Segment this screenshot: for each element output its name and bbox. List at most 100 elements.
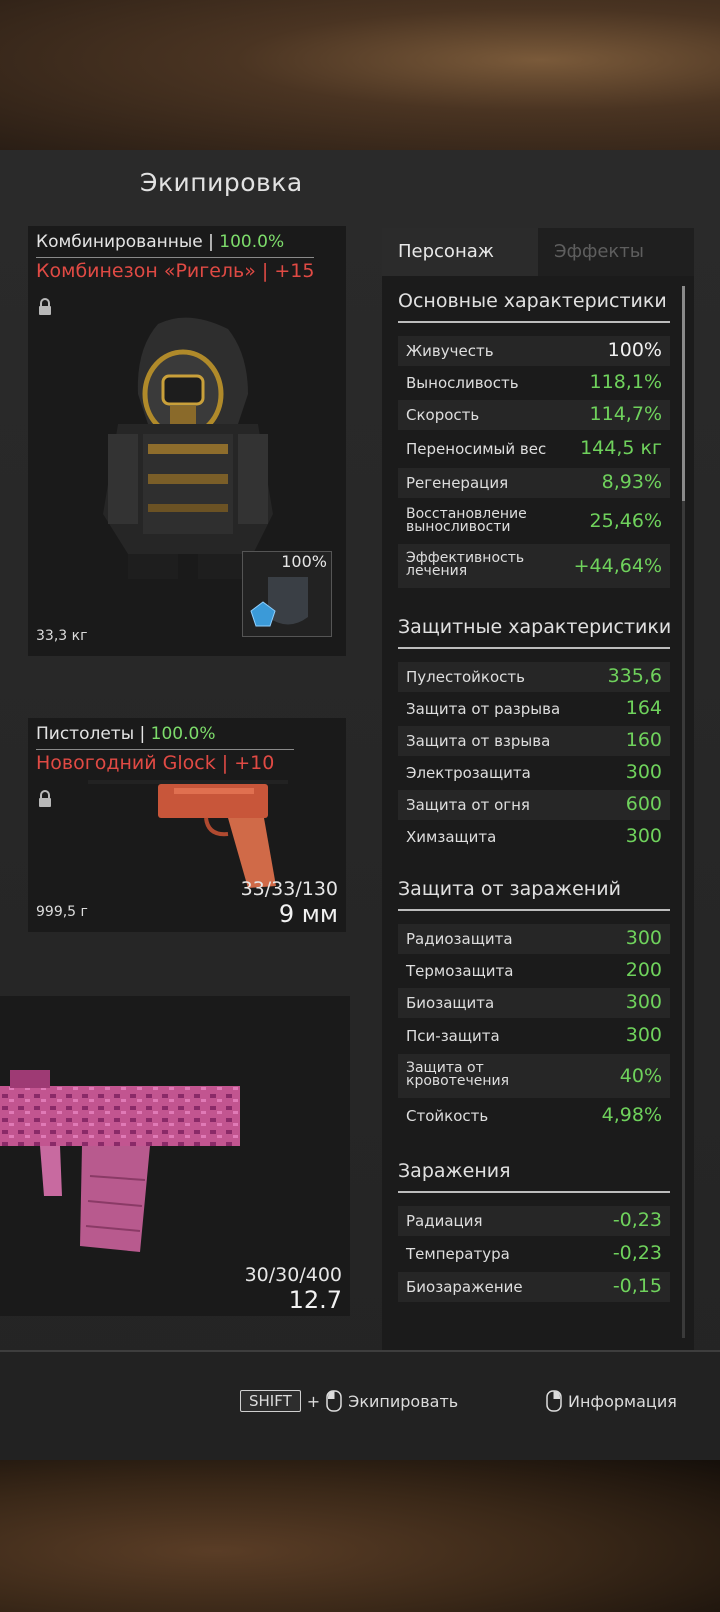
pistol-durability: 100.0% [150, 724, 216, 744]
mouse-right-click-icon [546, 1390, 562, 1412]
pistol-name: Новогодний Glock | +10 [36, 752, 275, 774]
pistol-ammo: 33/33/130 [240, 878, 338, 900]
armor-category-label: Комбинированные | [36, 232, 214, 252]
footer-hints: SHIFT + Экипировать Информация [0, 1350, 720, 1462]
stat-value: 300 [625, 1024, 662, 1046]
stat-row: Живучесть 100% [398, 336, 670, 366]
stat-label: Защита от взрыва [406, 732, 551, 750]
armor-slot[interactable]: Комбинированные | 100.0% Комбинезон «Риг… [28, 226, 346, 656]
equip-hint[interactable]: SHIFT + Экипировать [240, 1390, 458, 1412]
stat-value: 118,1% [589, 371, 662, 393]
stats-scroll-thumb[interactable] [682, 286, 685, 501]
stat-value: 160 [625, 729, 662, 751]
stat-row: Пси-защита 300 [398, 1020, 670, 1052]
stat-label: Радиация [406, 1212, 483, 1230]
background-bottom [0, 1460, 720, 1612]
tab-character[interactable]: Персонаж [382, 228, 538, 276]
section-main-title: Основные характеристики [398, 290, 667, 312]
stat-label: Термозащита [406, 962, 514, 980]
stat-row: Защита от огня 600 [398, 790, 670, 820]
stat-value: 114,7% [589, 403, 662, 425]
stat-label: Пулестойкость [406, 668, 525, 686]
stat-value: -0,23 [612, 1242, 662, 1264]
stat-value: +44,64% [573, 555, 662, 577]
stat-label: Радиозащита [406, 930, 513, 948]
pistol-divider [36, 749, 294, 750]
stat-value: 300 [625, 927, 662, 949]
background-top [0, 0, 720, 150]
stat-value: 4,98% [601, 1104, 662, 1126]
stat-value: 600 [625, 793, 662, 815]
equip-label: Экипировать [348, 1391, 459, 1411]
rifle-slot[interactable]: 30/30/400 12.7 [0, 996, 350, 1316]
info-hint[interactable]: Информация [546, 1390, 677, 1412]
stat-label: Биозаражение [406, 1278, 523, 1296]
stats-panel: Персонаж Эффекты Основные характеристики… [382, 228, 694, 1354]
rifle-image [0, 1070, 240, 1252]
stat-value: 200 [625, 959, 662, 981]
plate-durability: 100% [281, 552, 327, 571]
armor-durability: 100.0% [219, 232, 285, 252]
rifle-caliber: 12.7 [288, 1286, 342, 1314]
armor-image [103, 317, 273, 579]
stat-label: Защита от разрыва [406, 700, 561, 718]
stat-row: Стойкость 4,98% [398, 1100, 670, 1132]
stat-row: Температура -0,23 [398, 1238, 670, 1270]
lock-icon [39, 298, 51, 315]
stat-value: -0,23 [612, 1209, 662, 1231]
mouse-left-click-icon [326, 1390, 342, 1412]
stat-label: Переносимый вес [406, 440, 547, 458]
stat-value: 300 [625, 825, 662, 847]
stat-row: Защита от разрыва 164 [398, 694, 670, 724]
section-defense-divider [398, 647, 670, 649]
stat-row: Термозащита 200 [398, 956, 670, 986]
stat-row: Радиозащита 300 [398, 924, 670, 954]
stat-value: 335,6 [607, 665, 662, 687]
stat-row: Радиация -0,23 [398, 1206, 670, 1236]
stat-row: Эффективность лечения +44,64% [398, 544, 670, 588]
stat-value: 300 [625, 761, 662, 783]
stat-row: Выносливость 118,1% [398, 368, 670, 398]
rifle-ammo: 30/30/400 [244, 1264, 342, 1286]
section-infections-title: Заражения [398, 1160, 511, 1182]
stat-value: 8,93% [601, 471, 662, 493]
stat-label: Выносливость [406, 374, 519, 392]
stat-row: Биозаражение -0,15 [398, 1272, 670, 1302]
armor-category: Комбинированные | 100.0% [36, 232, 284, 252]
tab-effects[interactable]: Эффекты [538, 228, 694, 276]
stat-row: Химзащита 300 [398, 822, 670, 852]
stat-row: Электрозащита 300 [398, 758, 670, 788]
info-label: Информация [568, 1391, 677, 1411]
stat-row: Защита от взрыва 160 [398, 726, 670, 756]
armor-weight: 33,3 кг [36, 628, 88, 644]
pistol-category: Пистолеты | 100.0% [36, 724, 216, 744]
plate-class-icon [250, 601, 276, 627]
plus-sign: + [306, 1391, 321, 1411]
stat-value: 40% [619, 1065, 662, 1087]
page-title: Экипировка [140, 168, 303, 197]
stat-label: Электрозащита [406, 764, 531, 782]
stat-label: Биозащита [406, 994, 495, 1012]
section-main-divider [398, 321, 670, 323]
pistol-slot[interactable]: Пистолеты | 100.0% Новогодний Glock | +1… [28, 718, 346, 932]
shift-key: SHIFT [240, 1390, 301, 1412]
stat-label: Защита от огня [406, 796, 530, 814]
stat-row: Биозащита 300 [398, 988, 670, 1018]
stat-row: Скорость 114,7% [398, 400, 670, 430]
pistol-weight: 999,5 г [36, 904, 88, 920]
pistol-caliber: 9 мм [278, 900, 338, 928]
equipment-panel: Экипировка Комбинированные | 100.0% Комб… [0, 150, 720, 1462]
stat-row: Восстановление выносливости 25,46% [398, 500, 670, 542]
stat-label: Регенерация [406, 474, 509, 492]
stat-label: Живучесть [406, 342, 494, 360]
stat-label: Защита от кровотечения [406, 1060, 510, 1089]
stat-value: 144,5 кг [580, 437, 662, 459]
armor-plate-slot[interactable]: 100% [242, 551, 332, 637]
stat-label: Скорость [406, 406, 480, 424]
stats-scrollbar[interactable] [682, 286, 685, 1338]
pistol-category-label: Пистолеты | [36, 724, 146, 744]
stat-value: 25,46% [589, 510, 662, 532]
stat-value: 300 [625, 991, 662, 1013]
section-defense-title: Защитные характеристики [398, 616, 672, 638]
stat-label: Эффективность лечения [406, 550, 525, 579]
